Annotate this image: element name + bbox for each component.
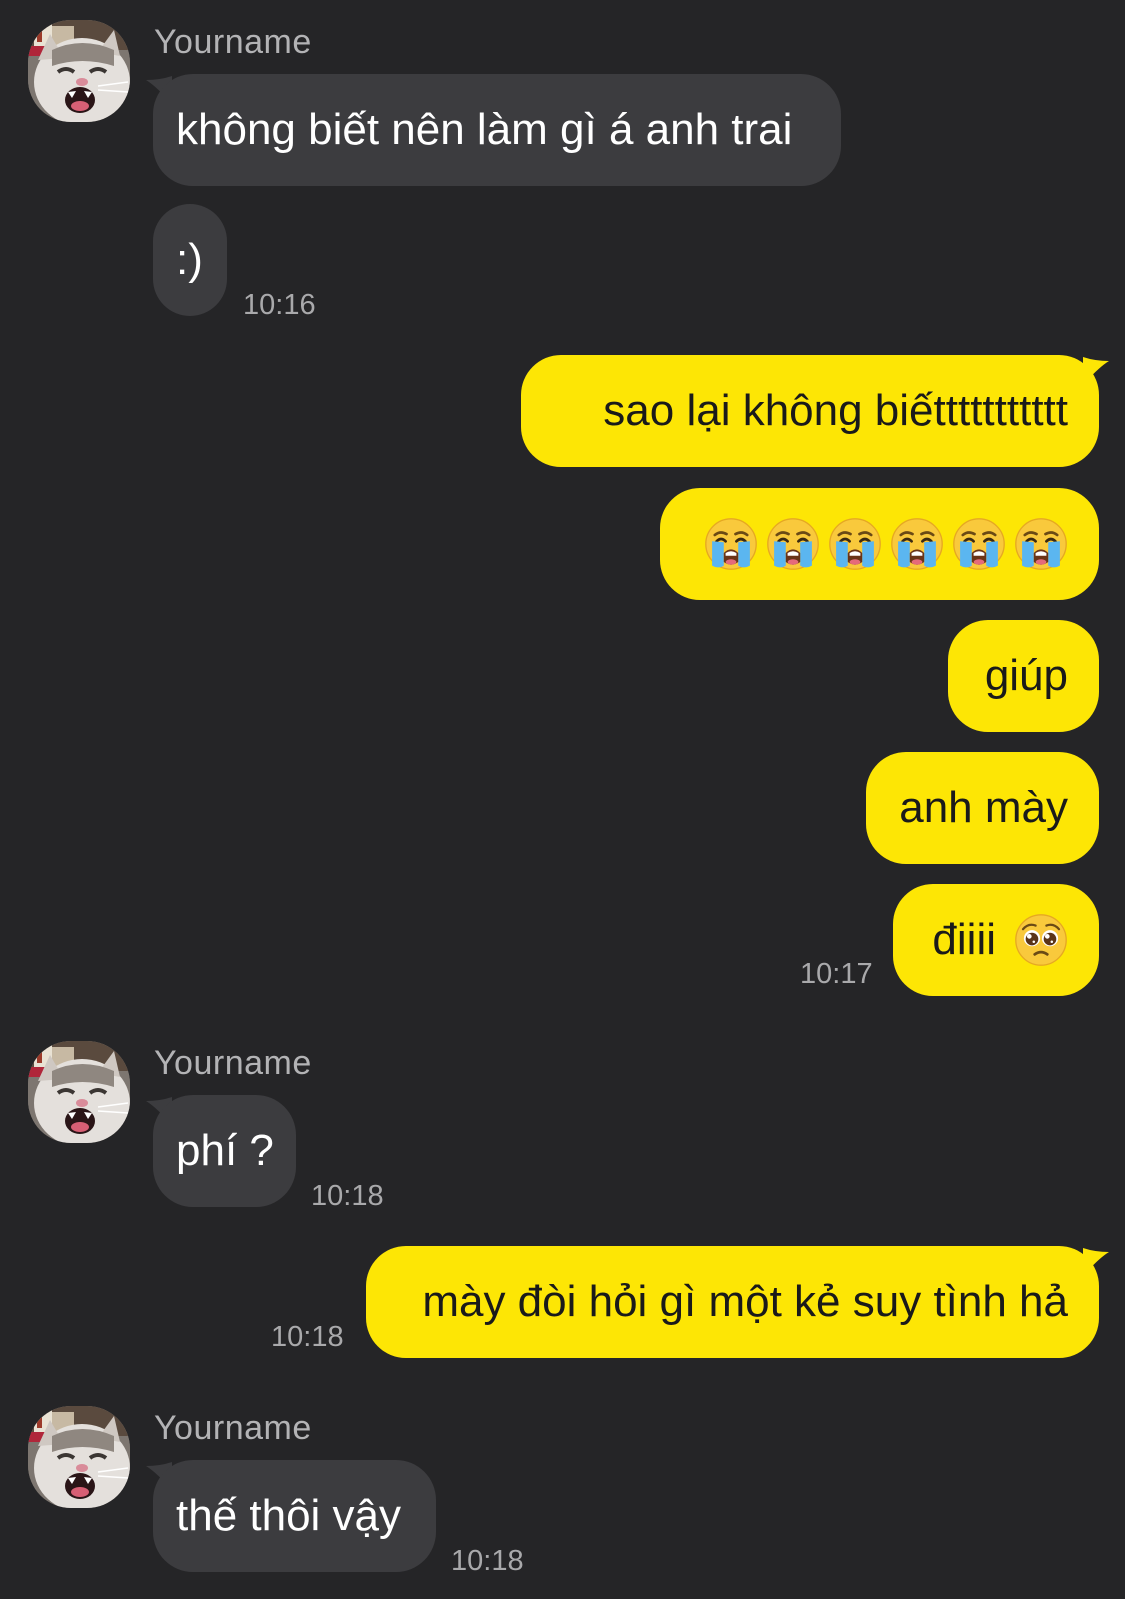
loudly-crying-face-icon xyxy=(952,517,1006,571)
message-text: không biết nên làm gì á anh trai xyxy=(176,105,793,154)
message-text: sao lại không biếttttttttttt xyxy=(603,386,1068,435)
pleading-face-icon xyxy=(1014,913,1068,967)
avatar[interactable] xyxy=(28,1041,130,1143)
loudly-crying-face-icon xyxy=(704,517,758,571)
sender-name: Yourname xyxy=(154,1409,312,1447)
message-bubble-incoming[interactable]: :) xyxy=(153,204,227,316)
message-timestamp: 10:18 xyxy=(451,1545,524,1577)
crying-cat-avatar-icon xyxy=(28,1406,130,1508)
sender-name: Yourname xyxy=(154,23,312,61)
message-bubble-incoming[interactable]: không biết nên làm gì á anh trai xyxy=(153,74,841,186)
message-bubble-outgoing[interactable]: điiii xyxy=(893,884,1099,996)
sender-name: Yourname xyxy=(154,1044,312,1082)
loudly-crying-face-icon xyxy=(766,517,820,571)
loudly-crying-face-icon xyxy=(828,517,882,571)
message-bubble-outgoing[interactable]: mày đòi hỏi gì một kẻ suy tình hả xyxy=(366,1246,1099,1358)
message-timestamp: 10:16 xyxy=(243,289,316,321)
message-bubble-incoming[interactable]: phí ? xyxy=(153,1095,296,1207)
crying-cat-avatar-icon xyxy=(28,1041,130,1143)
crying-cat-avatar-icon xyxy=(28,20,130,122)
message-timestamp: 10:17 xyxy=(800,958,873,990)
message-bubble-outgoing[interactable]: giúp xyxy=(948,620,1099,732)
message-text: phí ? xyxy=(176,1126,274,1175)
message-text: anh mày xyxy=(899,783,1068,832)
message-text: mày đòi hỏi gì một kẻ suy tình hả xyxy=(422,1277,1068,1326)
avatar[interactable] xyxy=(28,20,130,122)
message-text: điiii xyxy=(932,915,996,964)
avatar[interactable] xyxy=(28,1406,130,1508)
message-bubble-outgoing[interactable]: anh mày xyxy=(866,752,1099,864)
message-bubble-incoming[interactable]: thế thôi vậy xyxy=(153,1460,436,1572)
message-timestamp: 10:18 xyxy=(311,1180,384,1212)
emoji-row xyxy=(704,517,1068,571)
loudly-crying-face-icon xyxy=(1014,517,1068,571)
message-bubble-outgoing[interactable] xyxy=(660,488,1099,600)
message-text: thế thôi vậy xyxy=(176,1491,402,1540)
message-text: giúp xyxy=(984,651,1068,700)
loudly-crying-face-icon xyxy=(890,517,944,571)
message-timestamp: 10:18 xyxy=(271,1321,344,1353)
message-bubble-outgoing[interactable]: sao lại không biếttttttttttt xyxy=(521,355,1099,467)
message-text: :) xyxy=(176,235,203,284)
